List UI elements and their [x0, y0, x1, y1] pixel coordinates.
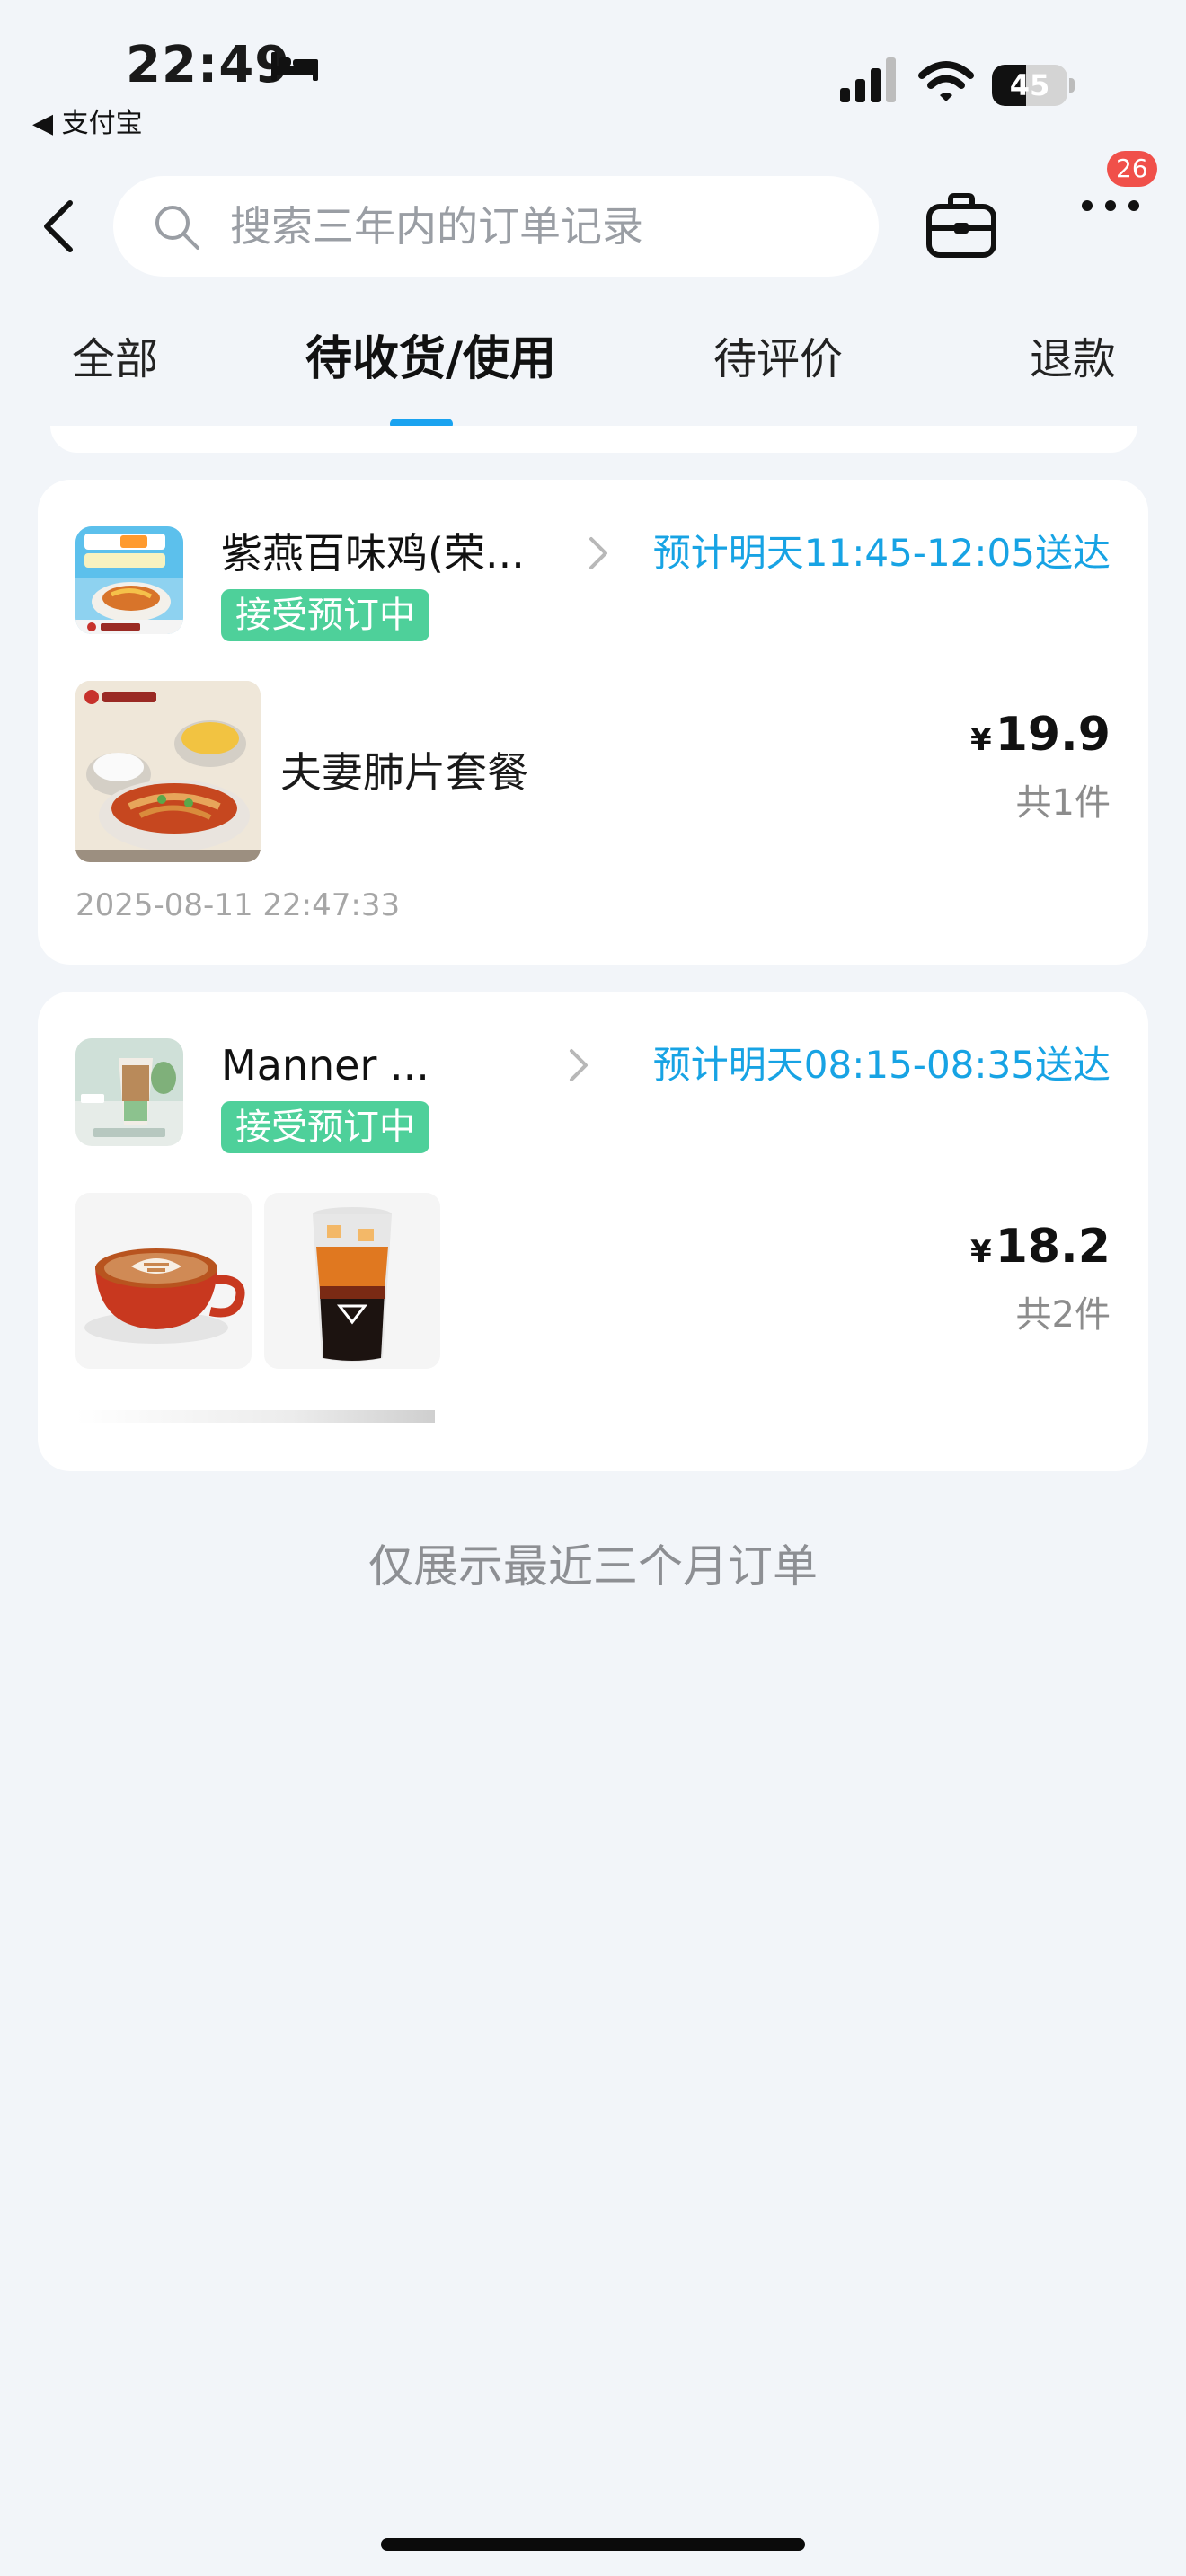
order-card[interactable]: Manner ... 预计明天08:15-08:35送达 接受预订中 ¥18.2…: [38, 992, 1148, 1471]
price-value: 18.2: [995, 1220, 1111, 1274]
status-badge: 接受预订中: [221, 589, 429, 641]
back-arrow-icon[interactable]: [36, 198, 83, 255]
order-price: ¥19.9: [970, 708, 1111, 767]
item-name: 夫妻肺片套餐: [280, 748, 528, 797]
delivery-eta: 预计明天08:15-08:35送达: [652, 1043, 1111, 1087]
chevron-right-icon[interactable]: [564, 1045, 591, 1085]
battery-icon: 45: [992, 65, 1075, 106]
search-input[interactable]: 搜索三年内的订单记录: [113, 176, 879, 277]
search-placeholder: 搜索三年内的订单记录: [230, 202, 643, 251]
shop-name[interactable]: 紫燕百味鸡(荣...: [221, 526, 525, 580]
signal-icon: [840, 57, 896, 102]
tab-refund[interactable]: 退款: [1030, 332, 1116, 386]
footer-note: 仅展示最近三个月订单: [368, 1540, 818, 1592]
status-badge: 接受预订中: [221, 1101, 429, 1153]
chevron-right-icon[interactable]: [584, 534, 611, 573]
notification-badge: 26: [1107, 151, 1157, 187]
product-thumbnail[interactable]: [264, 1193, 440, 1369]
delivery-eta: 预计明天11:45-12:05送达: [652, 531, 1111, 575]
tab-pending-receipt[interactable]: 待收货/使用: [305, 332, 556, 386]
shop-logo: [75, 1038, 183, 1146]
loading-placeholder: [75, 1410, 435, 1423]
bed-icon: [271, 52, 318, 81]
battery-text: 45: [1009, 68, 1050, 102]
order-timestamp: 2025-08-11 22:47:33: [75, 887, 401, 923]
more-icon[interactable]: [1078, 196, 1143, 216]
shop-name[interactable]: Manner ...: [221, 1038, 429, 1092]
toolbox-icon[interactable]: [925, 192, 997, 260]
previous-card-edge: [50, 426, 1137, 453]
home-indicator[interactable]: [381, 2538, 805, 2551]
status-time: 22:49: [126, 36, 291, 94]
item-count: 共2件: [1015, 1294, 1111, 1336]
currency-symbol: ¥: [970, 1234, 992, 1270]
item-count: 共1件: [1015, 782, 1111, 824]
order-price: ¥18.2: [970, 1220, 1111, 1279]
order-card[interactable]: 紫燕百味鸡(荣... 预计明天11:45-12:05送达 接受预订中 夫妻肺片套…: [38, 480, 1148, 965]
wifi-icon: [918, 61, 974, 101]
back-to-app-link[interactable]: ◀ 支付宝: [32, 101, 143, 140]
tab-pending-review[interactable]: 待评价: [713, 332, 843, 386]
product-thumbnail[interactable]: [75, 1193, 252, 1369]
search-icon: [155, 206, 199, 250]
price-value: 19.9: [995, 708, 1111, 762]
tab-all[interactable]: 全部: [72, 332, 158, 386]
product-thumbnail[interactable]: [75, 681, 261, 862]
currency-symbol: ¥: [970, 722, 992, 758]
shop-logo: [75, 526, 183, 634]
